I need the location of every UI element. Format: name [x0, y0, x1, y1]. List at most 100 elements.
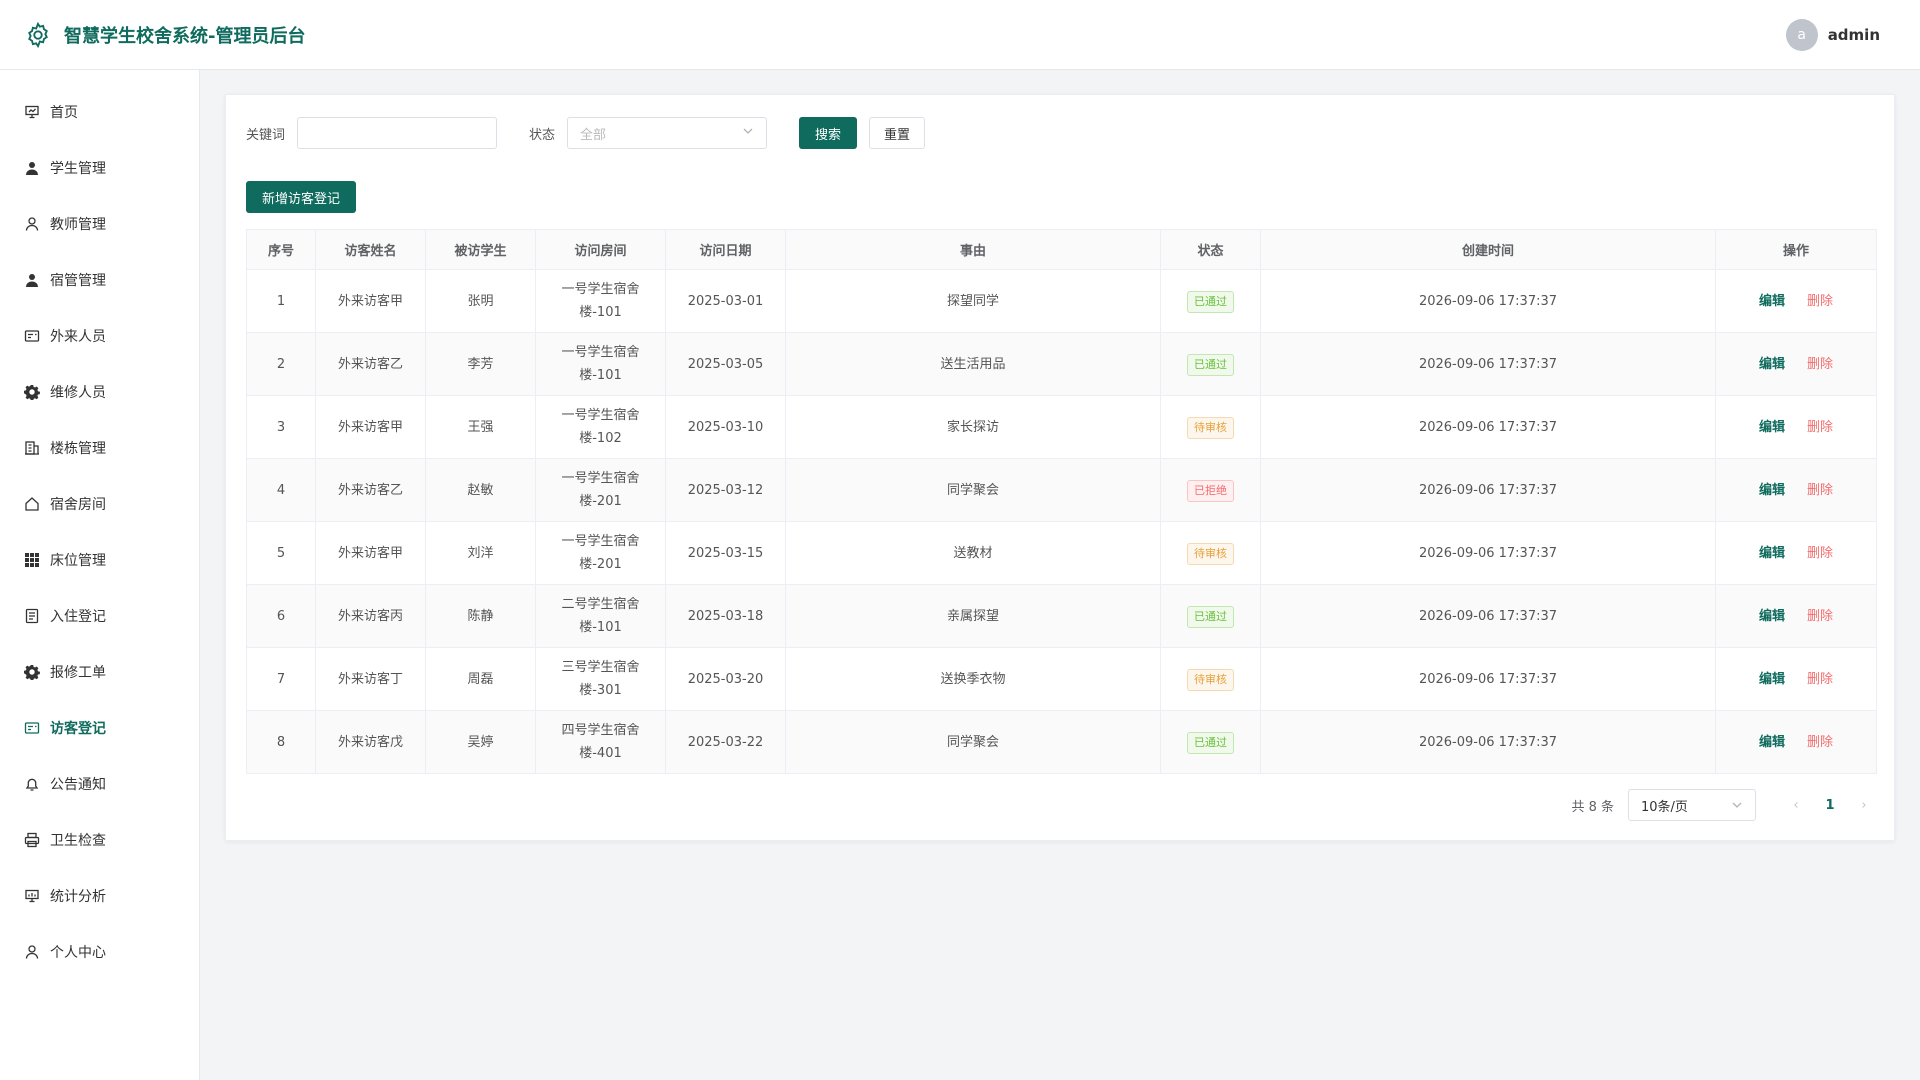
edit-button[interactable]: 编辑	[1759, 546, 1785, 561]
sidebar-item-9[interactable]: 入住登记	[0, 588, 199, 644]
delete-button[interactable]: 删除	[1807, 357, 1833, 372]
keyword-input[interactable]	[297, 117, 498, 149]
grid-icon	[24, 552, 40, 568]
room-line: 三号学生宿舍	[561, 660, 640, 675]
status-badge: 已通过	[1187, 605, 1234, 628]
edit-button[interactable]: 编辑	[1759, 294, 1785, 309]
user-icon	[24, 216, 40, 232]
room-line: 楼-101	[579, 620, 622, 635]
sidebar-item-13[interactable]: 卫生检查	[0, 812, 199, 868]
edit-button[interactable]: 编辑	[1759, 609, 1785, 624]
visit-date: 2025-03-18	[665, 584, 786, 648]
room-line: 楼-101	[579, 305, 622, 320]
sidebar-item-5[interactable]: 维修人员	[0, 364, 199, 420]
search-button[interactable]: 搜索	[799, 117, 858, 149]
add-visitor-button[interactable]: 新增访客登记	[246, 181, 357, 213]
chevron-down-icon	[1732, 802, 1742, 808]
sidebar-item-label: 卫生检查	[50, 833, 106, 849]
prev-page-icon[interactable]: ‹	[1786, 798, 1806, 813]
room-line: 楼-401	[579, 746, 622, 761]
sidebar-item-8[interactable]: 床位管理	[0, 532, 199, 588]
sidebar-item-6[interactable]: 楼栋管理	[0, 420, 199, 476]
column-header: 事由	[785, 229, 1161, 270]
sidebar-item-15[interactable]: 个人中心	[0, 924, 199, 980]
row-number: 8	[246, 710, 316, 774]
status-select[interactable]: 全部	[567, 117, 768, 149]
sidebar-item-12[interactable]: 公告通知	[0, 756, 199, 812]
delete-button[interactable]: 删除	[1807, 420, 1833, 435]
table-row: 1 外来访客甲 张明 一号学生宿舍 楼-101 2025-03-01 探望同学 已通过 2026…	[246, 269, 1877, 333]
sidebar-item-7[interactable]: 宿舍房间	[0, 476, 199, 532]
created-time: 2026-09-06 17:37:37	[1260, 647, 1716, 711]
room-line: 楼-101	[579, 368, 622, 383]
edit-button[interactable]: 编辑	[1759, 483, 1785, 498]
table-row: 3 外来访客甲 王强 一号学生宿舍 楼-102 2025-03-10 家长探访 待审核 2026…	[246, 395, 1877, 459]
visitor-name: 外来访客丁	[315, 647, 426, 711]
delete-button[interactable]: 删除	[1807, 294, 1833, 309]
actions-cell: 编辑 删除	[1715, 458, 1877, 522]
next-page-icon[interactable]: ›	[1854, 798, 1874, 813]
delete-button[interactable]: 删除	[1807, 735, 1833, 750]
sidebar-item-1[interactable]: 学生管理	[0, 140, 199, 196]
visit-date: 2025-03-05	[665, 332, 786, 396]
delete-button[interactable]: 删除	[1807, 609, 1833, 624]
page-number[interactable]: 1	[1820, 798, 1840, 813]
student-name: 王强	[425, 395, 536, 459]
room-cell: 一号学生宿舍 楼-102	[535, 395, 666, 459]
username[interactable]: admin	[1828, 26, 1880, 44]
actions-cell: 编辑 删除	[1715, 332, 1877, 396]
reset-button[interactable]: 重置	[869, 117, 926, 149]
visit-reason: 送换季衣物	[785, 647, 1161, 711]
room-cell: 二号学生宿舍 楼-101	[535, 584, 666, 648]
table-row: 2 外来访客乙 李芳 一号学生宿舍 楼-101 2025-03-05 送生活用品 已通过 202…	[246, 332, 1877, 396]
delete-button[interactable]: 删除	[1807, 546, 1833, 561]
visitor-name: 外来访客乙	[315, 332, 426, 396]
status-badge: 已通过	[1187, 353, 1234, 376]
status-cell: 已通过	[1160, 710, 1261, 774]
delete-button[interactable]: 删除	[1807, 483, 1833, 498]
status-cell: 已通过	[1160, 332, 1261, 396]
edit-button[interactable]: 编辑	[1759, 420, 1785, 435]
actions-cell: 编辑 删除	[1715, 710, 1877, 774]
status-badge: 已通过	[1187, 731, 1234, 754]
user-menu[interactable]: a admin	[1785, 18, 1880, 51]
app-title: 智慧学生校舍系统-管理员后台	[64, 25, 306, 47]
user-icon	[24, 944, 40, 960]
status-label: 状态	[529, 127, 556, 143]
delete-button[interactable]: 删除	[1807, 672, 1833, 687]
sidebar-item-label: 维修人员	[50, 385, 106, 401]
sidebar-item-3[interactable]: 宿管管理	[0, 252, 199, 308]
status-badge: 待审核	[1187, 416, 1234, 439]
visit-reason: 家长探访	[785, 395, 1161, 459]
visitor-panel: 关键词 状态 全部 搜索 重置 新增访客登记 序号 访客姓名 被访学生 访问房间 访问日…	[225, 94, 1895, 841]
visitor-name: 外来访客戊	[315, 710, 426, 774]
edit-button[interactable]: 编辑	[1759, 357, 1785, 372]
sidebar-item-label: 入住登记	[50, 609, 106, 625]
sidebar-item-4[interactable]: 外来人员	[0, 308, 199, 364]
visit-date: 2025-03-15	[665, 521, 786, 585]
bell-icon	[24, 776, 40, 792]
sidebar-item-label: 统计分析	[50, 889, 106, 905]
house-icon	[24, 496, 40, 512]
sidebar-item-0[interactable]: 首页	[0, 84, 199, 140]
room-line: 楼-102	[579, 431, 622, 446]
room-line: 楼-201	[579, 557, 622, 572]
edit-button[interactable]: 编辑	[1759, 672, 1785, 687]
chart-icon	[24, 888, 40, 904]
sidebar-item-11[interactable]: 访客登记	[0, 700, 199, 756]
status-badge: 待审核	[1187, 668, 1234, 691]
edit-button[interactable]: 编辑	[1759, 735, 1785, 750]
visit-date: 2025-03-10	[665, 395, 786, 459]
sidebar-item-2[interactable]: 教师管理	[0, 196, 199, 252]
created-time: 2026-09-06 17:37:37	[1260, 332, 1716, 396]
page-size-select[interactable]: 10条/页	[1628, 789, 1756, 821]
sidebar-item-14[interactable]: 统计分析	[0, 868, 199, 924]
visit-reason: 同学聚会	[785, 458, 1161, 522]
user-solid-icon	[24, 272, 40, 288]
room-cell: 三号学生宿舍 楼-301	[535, 647, 666, 711]
created-time: 2026-09-06 17:37:37	[1260, 395, 1716, 459]
avatar[interactable]: a	[1785, 18, 1818, 51]
sidebar-item-10[interactable]: 报修工单	[0, 644, 199, 700]
room-cell: 一号学生宿舍 楼-201	[535, 521, 666, 585]
column-header: 被访学生	[425, 229, 536, 270]
